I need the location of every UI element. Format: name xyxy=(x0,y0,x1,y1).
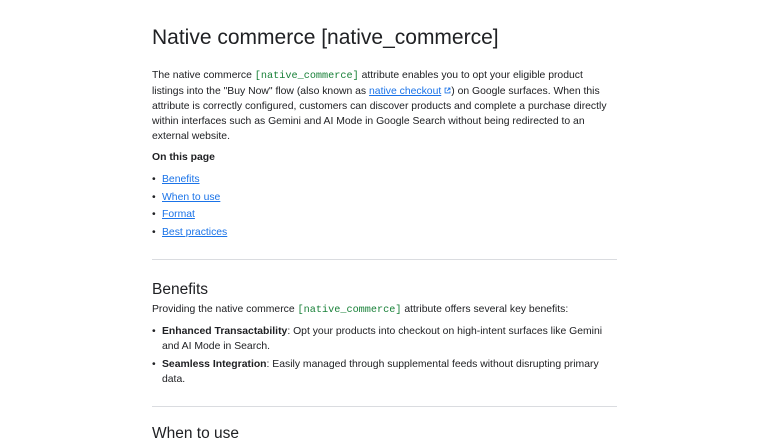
intro-text-1: The native commerce xyxy=(152,70,255,81)
bullet: • xyxy=(152,226,156,238)
benefits-intro-text-2: attribute offers several key benefits: xyxy=(401,304,569,315)
benefits-attribute-code: [native_commerce] xyxy=(297,305,402,316)
toc-item: • Format xyxy=(152,207,227,225)
on-this-page-list: • Benefits • When to use • Format • Best pra… xyxy=(152,172,227,242)
toc-link-format[interactable]: Format xyxy=(162,209,195,220)
intro-paragraph: The native commerce [native_commerce] at… xyxy=(152,68,617,144)
bullet: • xyxy=(152,326,156,337)
benefits-list: • Enhanced Transactability: Opt your prod… xyxy=(152,324,617,390)
benefits-intro: Providing the native commerce [native_co… xyxy=(152,302,568,318)
benefit-term: Enhanced Transactability xyxy=(162,326,288,337)
benefit-item: • Seamless Integration: Easily managed th… xyxy=(152,357,617,387)
benefits-intro-text-1: Providing the native commerce xyxy=(152,304,298,315)
toc-link-when-to-use[interactable]: When to use xyxy=(162,192,220,203)
benefit-item: • Enhanced Transactability: Opt your prod… xyxy=(152,324,617,354)
benefit-text: Enhanced Transactability: Opt your produ… xyxy=(162,324,617,354)
bullet: • xyxy=(152,209,156,220)
native-checkout-link[interactable]: native checkout xyxy=(369,86,451,97)
toc-item: • Best practices xyxy=(152,225,227,243)
toc-item: • Benefits xyxy=(152,172,227,190)
toc-link-benefits[interactable]: Benefits xyxy=(162,174,200,185)
toc-item: • When to use xyxy=(152,190,227,208)
bullet: • xyxy=(152,359,156,370)
on-this-page-heading: On this page xyxy=(152,152,215,163)
bullet: • xyxy=(152,191,156,203)
benefit-term: Seamless Integration xyxy=(162,359,267,370)
page-title: Native commerce [native_commerce] xyxy=(152,26,499,49)
section-divider xyxy=(152,406,617,407)
intro-attribute-code: [native_commerce] xyxy=(254,71,359,82)
bullet: • xyxy=(152,174,156,185)
native-checkout-link-label: native checkout xyxy=(369,86,442,97)
benefits-heading: Benefits xyxy=(152,281,209,298)
benefit-text: Seamless Integration: Easily managed thr… xyxy=(162,357,617,387)
toc-link-best-practices[interactable]: Best practices xyxy=(162,227,227,238)
when-to-use-heading: When to use xyxy=(152,425,240,442)
section-divider xyxy=(152,259,617,260)
